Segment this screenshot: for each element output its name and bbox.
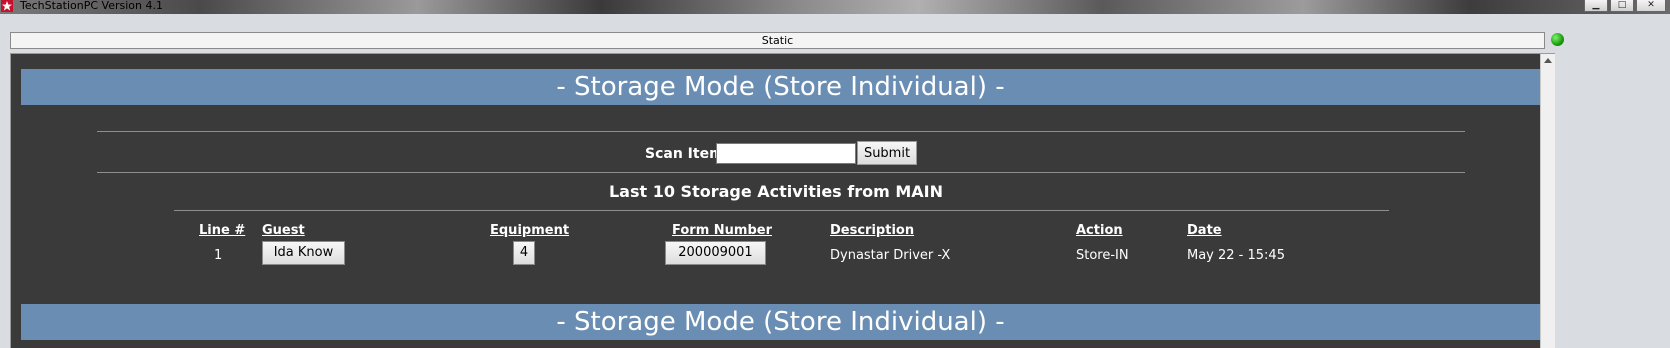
scan-row: Scan Item: Submit (11, 140, 1541, 166)
column-header-line: Line # (199, 223, 246, 238)
minimize-button[interactable]: ▁ (1584, 0, 1608, 12)
scan-item-input[interactable] (716, 143, 856, 164)
static-status-bar: Static (10, 32, 1545, 49)
green-status-dot-icon (1551, 33, 1564, 46)
divider (97, 172, 1465, 173)
row-description: Dynastar Driver -X (830, 248, 951, 263)
page-title-banner-repeat: - Storage Mode (Store Individual) - (21, 304, 1540, 340)
star-logo-icon (1, 0, 13, 12)
maximize-button[interactable]: □ (1610, 0, 1634, 12)
column-header-description: Description (830, 223, 915, 238)
divider (97, 131, 1465, 132)
window-title: TechStationPC Version 4.1 (20, 0, 163, 12)
scroll-up-arrow-icon[interactable] (1544, 58, 1552, 63)
column-header-form-number: Form Number (672, 223, 772, 238)
row-line-number: 1 (214, 248, 223, 263)
row-date: May 22 - 15:45 (1187, 248, 1285, 263)
column-header-equipment: Equipment (490, 223, 570, 238)
column-header-action: Action (1076, 223, 1123, 238)
window-titlebar: TechStationPC Version 4.1 ▁ □ ✕ (0, 0, 1670, 14)
form-number-button[interactable]: 200009001 (665, 241, 766, 265)
vertical-scrollbar[interactable] (1540, 54, 1555, 348)
row-action: Store-IN (1076, 248, 1129, 263)
submit-button[interactable]: Submit (857, 141, 917, 165)
window-controls: ▁ □ ✕ (1584, 0, 1666, 12)
main-content-frame: - Storage Mode (Store Individual) - Scan… (10, 53, 1555, 348)
divider (174, 210, 1389, 211)
guest-button[interactable]: Ida Know (262, 241, 345, 265)
page-title-banner: - Storage Mode (Store Individual) - (21, 69, 1540, 105)
column-header-date: Date (1187, 223, 1222, 238)
close-button[interactable]: ✕ (1636, 0, 1666, 12)
activities-title: Last 10 Storage Activities from MAIN (608, 182, 944, 201)
equipment-button[interactable]: 4 (513, 241, 535, 265)
column-header-guest: Guest (262, 223, 305, 238)
